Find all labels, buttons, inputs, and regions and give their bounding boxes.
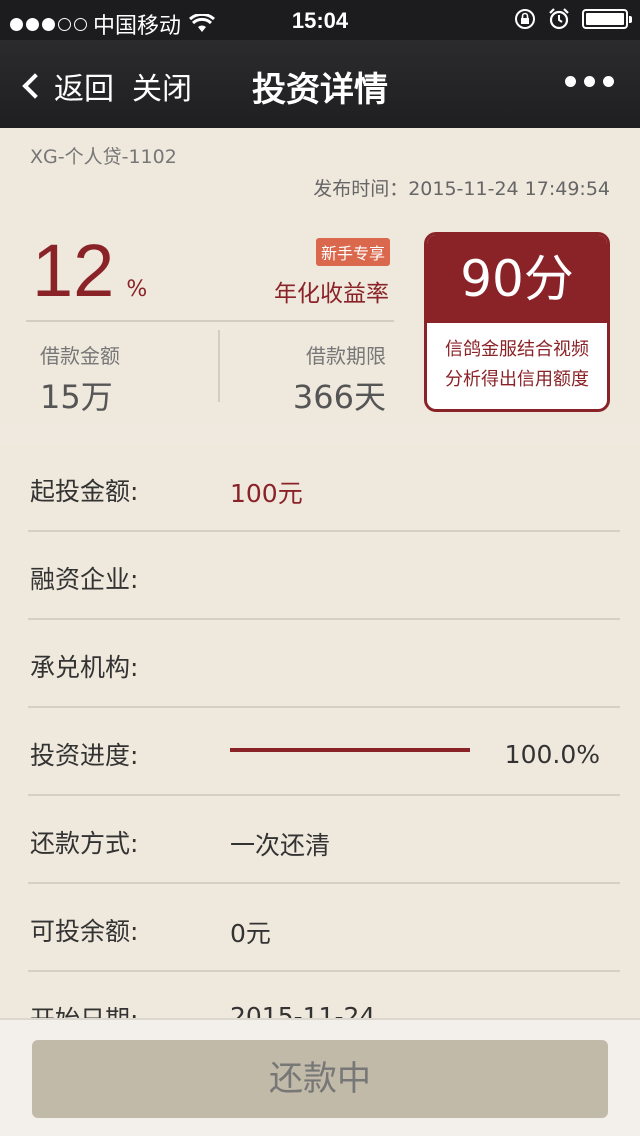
min-invest-value: 100元: [230, 479, 303, 508]
publish-time: 发布时间：2015-11-24 17:49:54: [313, 178, 610, 200]
detail-row-company: 融资企业:: [28, 532, 620, 620]
acceptor-label: 承兑机构:: [30, 653, 139, 682]
alarm-icon: [549, 8, 569, 30]
status-right: [514, 8, 632, 30]
divider: [26, 320, 394, 322]
loan-amount-value: 15万: [40, 378, 113, 416]
annual-rate-unit: %: [126, 277, 148, 302]
progress-label: 投资进度:: [30, 741, 139, 770]
page-title: 投资详情: [252, 70, 388, 110]
nav-bar: 返回 关闭 投资详情: [0, 40, 640, 128]
detail-row-start-date: 开始日期: 2015-11-24: [28, 972, 620, 1018]
rotation-lock-icon: [515, 9, 535, 29]
min-invest-label: 起投金额:: [30, 477, 139, 506]
repay-method-label: 还款方式:: [30, 829, 139, 858]
status-bar: 中国移动 15:04: [0, 0, 640, 40]
progress-bar-fill: [230, 748, 470, 752]
credit-score: 90分: [427, 235, 607, 323]
battery-icon: [582, 9, 632, 29]
detail-row-progress: 投资进度: 100.0%: [28, 708, 620, 796]
repay-method-value: 一次还清: [230, 831, 331, 860]
detail-row-min-invest: 起投金额: 100元: [28, 444, 620, 532]
credit-score-description: 信鸽金服结合视频 分析得出信用额度: [427, 323, 607, 395]
divider: [218, 330, 220, 402]
detail-row-remaining: 可投余额: 0元: [28, 884, 620, 972]
remaining-label: 可投余额:: [30, 917, 139, 946]
detail-row-repay-method: 还款方式: 一次还清: [28, 796, 620, 884]
repaying-status-button[interactable]: 还款中: [32, 1040, 608, 1118]
progress-text: 100.0%: [504, 740, 600, 769]
loan-term-value: 366天: [292, 378, 386, 416]
bottom-bar: 还款中: [0, 1018, 640, 1136]
loan-name: XG-个人贷-1102: [30, 146, 177, 168]
annual-rate-value: 12: [32, 229, 115, 312]
remaining-value: 0元: [230, 919, 271, 948]
loan-term-label: 借款期限: [306, 344, 386, 368]
loan-amount-label: 借款金额: [40, 344, 120, 368]
annual-rate: 12%: [32, 234, 147, 308]
annual-rate-label: 年化收益率: [274, 281, 389, 307]
investment-summary: XG-个人贷-1102 发布时间：2015-11-24 17:49:54 12%…: [0, 128, 640, 424]
start-date-label: 开始日期:: [30, 1000, 138, 1018]
company-label: 融资企业:: [30, 565, 139, 594]
more-options-icon[interactable]: [565, 76, 614, 87]
start-date-value: 2015-11-24: [230, 1002, 376, 1018]
credit-score-desc-line1: 信鸽金服结合视频: [445, 339, 589, 360]
credit-score-card: 90分 信鸽金服结合视频 分析得出信用额度: [424, 232, 610, 412]
detail-list: 起投金额: 100元 融资企业: 承兑机构: 投资进度: 100.0% 还款方式…: [0, 444, 640, 1018]
detail-row-acceptor: 承兑机构:: [28, 620, 620, 708]
credit-score-desc-line2: 分析得出信用额度: [445, 369, 589, 390]
newbie-badge: 新手专享: [316, 238, 391, 266]
progress-bar: [230, 748, 470, 752]
